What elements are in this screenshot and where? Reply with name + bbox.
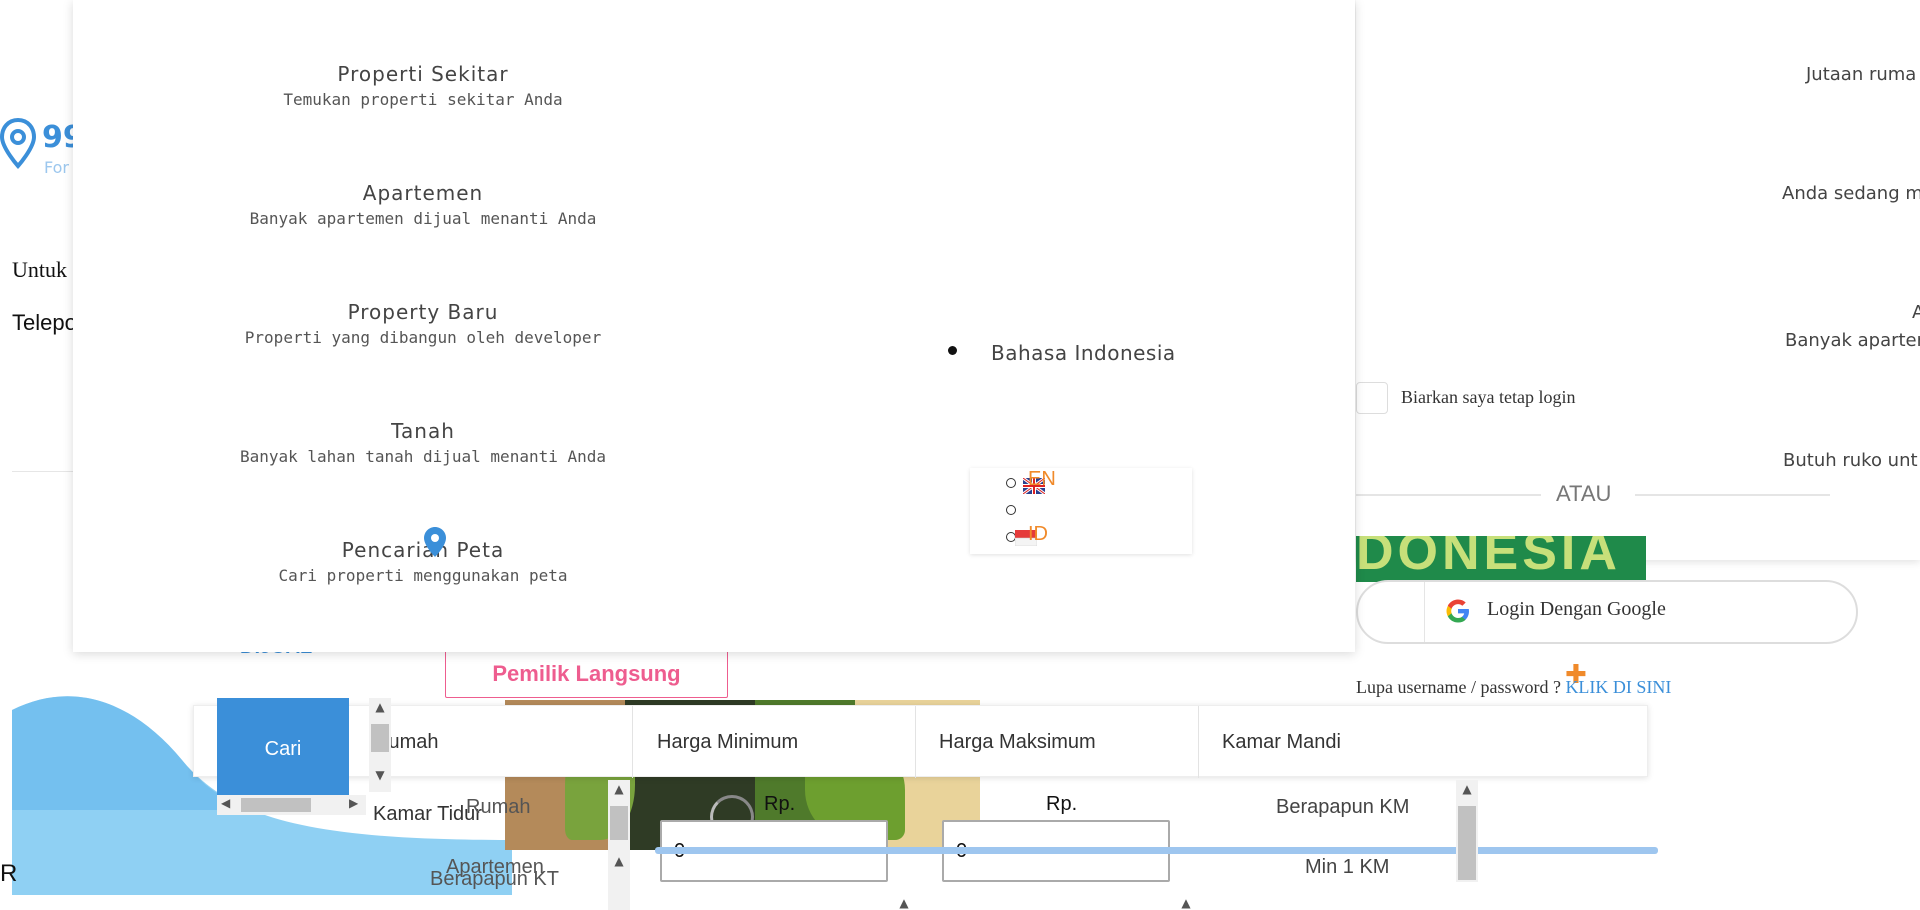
price-range-slider[interactable]: [655, 847, 1658, 854]
separator: [1424, 582, 1425, 642]
scroll-up-arrow-icon[interactable]: ▲: [369, 700, 391, 714]
forgot-password-label: Lupa username / password ?: [1356, 677, 1561, 697]
divider: [1356, 494, 1541, 496]
forgot-password-text: Lupa username / password ? KLIK DI SINI: [1356, 677, 1671, 698]
list-bullet: [1006, 478, 1016, 488]
vertical-scrollbar[interactable]: ▲ ▼: [369, 698, 391, 792]
menu-item-subtitle: Banyak lahan tanah dijual menanti Anda: [239, 447, 607, 466]
menu-item-title: Apartemen: [362, 181, 484, 205]
logo-pin-icon: [0, 118, 36, 170]
vertical-scrollbar[interactable]: ▲: [1456, 780, 1478, 882]
scroll-up-arrow-icon[interactable]: ▲: [608, 854, 630, 868]
scroll-down-arrow-icon[interactable]: ▼: [369, 768, 391, 782]
menu-item-subtitle: Properti yang dibangun oleh developer: [244, 328, 602, 347]
google-login-label: Login Dengan Google: [1487, 598, 1666, 620]
distance-option-any[interactable]: Berapapun KM: [1276, 796, 1409, 819]
bedroom-option[interactable]: Berapapun KT: [430, 868, 559, 891]
type-option-rumah[interactable]: Rumah: [466, 796, 530, 819]
banner-text: DONESIA: [1356, 536, 1621, 581]
remember-me-label: Biarkan saya tetap login: [1401, 387, 1576, 407]
search-bar: Rumah Harga Minimum Harga Maksimum Kamar…: [193, 705, 1648, 778]
menu-item-apartemen[interactable]: Apartemen Banyak apartemen dijual menant…: [73, 179, 773, 231]
list-bullet: [1006, 505, 1016, 515]
background-text-telepon: Telepo: [12, 310, 77, 335]
forgot-password-link[interactable]: KLIK DI SINI: [1565, 677, 1671, 697]
language-option-id[interactable]: ID: [1028, 523, 1048, 546]
scroll-up-arrow-icon[interactable]: ▲: [608, 782, 630, 796]
scroll-right-arrow-icon[interactable]: ▶: [349, 796, 358, 810]
language-dropdown: EN ID: [970, 468, 1192, 554]
max-currency-label: Rp.: [1046, 793, 1078, 815]
max-price-field[interactable]: Harga Maksimum: [939, 706, 1189, 778]
right-panel-text: Jutaan ruma: [1806, 64, 1917, 85]
horizontal-scrollbar[interactable]: ◀ ▶: [217, 795, 366, 815]
bathroom-field[interactable]: Kamar Mandi: [1222, 706, 1472, 778]
site-logo[interactable]: 99 For: [0, 118, 80, 182]
menu-item-subtitle: Banyak apartemen dijual menanti Anda: [249, 209, 597, 228]
min-currency-label: Rp.: [764, 793, 796, 815]
distance-option-min-1[interactable]: Min 1 KM: [1305, 856, 1389, 879]
separator: [1198, 706, 1199, 778]
banner-image: DONESIA: [1356, 536, 1646, 582]
remember-me-checkbox[interactable]: [1356, 382, 1388, 414]
language-option-en[interactable]: EN: [1028, 468, 1056, 491]
or-label: ATAU: [1548, 481, 1620, 507]
dropdown-menu-panel: Properti Sekitar Temukan properti sekita…: [73, 0, 1355, 652]
scrollbar-thumb[interactable]: [610, 806, 628, 840]
bathroom-label: Kamar Mandi: [1222, 730, 1341, 753]
language-bullet: [948, 346, 957, 355]
menu-item-title: Tanah: [391, 419, 455, 443]
vertical-scrollbar[interactable]: ▲ ▲: [608, 780, 630, 910]
separator: [915, 706, 916, 778]
language-current[interactable]: Bahasa Indonesia: [991, 341, 1176, 365]
background-text-untuk: Untuk: [12, 257, 67, 282]
right-panel-text: A: [1912, 302, 1920, 323]
logo-subtext: For: [44, 158, 69, 177]
search-button[interactable]: Cari: [217, 698, 349, 800]
min-price-field[interactable]: Harga Minimum: [657, 706, 907, 778]
right-panel-text: Banyak aparter: [1785, 330, 1920, 351]
menu-item-properti-sekitar[interactable]: Properti Sekitar Temukan properti sekita…: [73, 60, 773, 112]
scrollbar-thumb[interactable]: [371, 724, 389, 752]
background-text-r: R: [0, 860, 18, 887]
map-pin-icon: [424, 527, 446, 557]
google-icon: [1446, 599, 1469, 623]
property-type-select[interactable]: Rumah: [374, 706, 624, 778]
separator: [632, 706, 633, 778]
right-panel-text: Butuh ruko unt: [1783, 450, 1918, 471]
scroll-up-arrow-icon[interactable]: ▲: [1456, 782, 1478, 796]
menu-item-title: Properti Sekitar: [337, 62, 509, 86]
menu-item-property-baru[interactable]: Property Baru Properti yang dibangun ole…: [73, 298, 773, 350]
scroll-left-arrow-icon[interactable]: ◀: [221, 796, 230, 810]
right-panel-text: Anda sedang m: [1782, 183, 1920, 204]
scrollbar-thumb[interactable]: [241, 798, 311, 812]
max-price-label: Harga Maksimum: [939, 730, 1096, 753]
menu-item-subtitle: Temukan properti sekitar Anda: [283, 90, 563, 109]
min-price-label: Harga Minimum: [657, 730, 799, 753]
scroll-up-arrow-icon[interactable]: ▲: [1175, 896, 1197, 910]
menu-item-subtitle: Cari properti menggunakan peta: [278, 566, 568, 585]
menu-item-title: Property Baru: [347, 300, 499, 324]
scroll-up-arrow-icon[interactable]: ▲: [893, 896, 915, 910]
menu-item-tanah[interactable]: Tanah Banyak lahan tanah dijual menanti …: [73, 417, 773, 469]
scrollbar-thumb[interactable]: [1458, 806, 1476, 880]
divider: [1635, 494, 1830, 496]
